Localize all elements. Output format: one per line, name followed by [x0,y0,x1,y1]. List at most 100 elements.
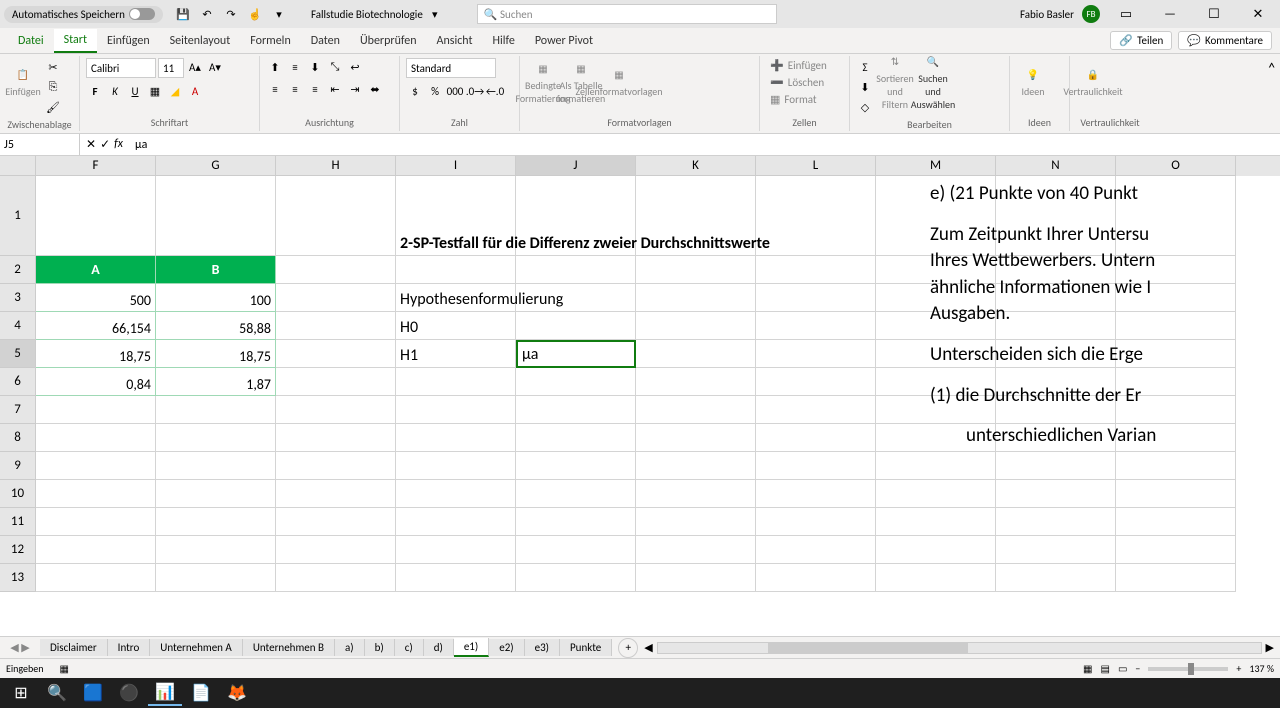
qat-dropdown-icon[interactable]: ▾ [269,4,289,24]
decimal-decrease-icon[interactable]: ←.0 [486,82,504,100]
cell[interactable] [156,424,276,452]
font-size-input[interactable] [158,58,184,78]
cell-h5[interactable] [276,340,396,368]
conditional-format-button[interactable]: ▦Bedingte Formatierung [526,58,560,108]
zoom-in-icon[interactable]: + [1236,662,1241,675]
cell-g1[interactable] [156,176,276,256]
delete-cells-button[interactable]: ➖Löschen [766,75,843,90]
cell[interactable] [756,480,876,508]
cell-i2[interactable] [396,256,516,284]
cell[interactable] [276,424,396,452]
align-left-icon[interactable]: ≡ [266,80,284,98]
row-header-5[interactable]: 5 [0,340,36,368]
tab-daten[interactable]: Daten [301,30,350,52]
enter-formula-icon[interactable]: ✓ [100,137,110,152]
cell-l1[interactable] [756,176,876,256]
cell[interactable] [876,480,996,508]
sheet-tab[interactable]: Disclaimer [40,639,108,656]
minimize-button[interactable]: — [1152,0,1188,28]
cell[interactable] [756,564,876,592]
add-sheet-button[interactable]: + [618,638,638,658]
cell-k4[interactable] [636,312,756,340]
sensitivity-button[interactable]: 🔒Vertraulichkeit [1076,58,1110,108]
cell-l5[interactable] [756,340,876,368]
fill-icon[interactable]: ⬇ [856,78,874,96]
tab-start[interactable]: Start [54,29,97,53]
cell[interactable] [516,536,636,564]
cell[interactable] [396,452,516,480]
col-header-l[interactable]: L [756,156,876,176]
cell-j5-active[interactable] [516,340,636,368]
cell-l2[interactable] [756,256,876,284]
zoom-level[interactable]: 137 % [1249,662,1274,675]
cell[interactable] [156,396,276,424]
search-taskbar-icon[interactable]: 🔍 [40,680,74,706]
autosum-icon[interactable]: Σ [856,58,874,76]
zoom-slider[interactable] [1148,667,1228,671]
cell-f2[interactable]: A [36,256,156,284]
toggle-icon[interactable] [129,8,155,20]
cell-i3[interactable]: Hypothesenformulierung [396,284,516,312]
currency-icon[interactable]: $ [406,82,424,100]
bold-button[interactable]: F [86,82,104,100]
cell[interactable] [996,508,1116,536]
paste-button[interactable]: 📋Einfügen [6,58,40,108]
cell[interactable] [636,508,756,536]
cell-g5[interactable]: 18,75 [156,340,276,368]
cell[interactable] [636,452,756,480]
wrap-text-icon[interactable]: ↩ [346,58,364,76]
comma-icon[interactable]: 000 [446,82,464,100]
cell[interactable] [156,452,276,480]
cell[interactable] [36,452,156,480]
format-cells-button[interactable]: ▦Format [766,92,843,107]
cancel-formula-icon[interactable]: ✕ [86,137,96,152]
cell[interactable] [276,536,396,564]
sheet-tab[interactable]: d) [424,639,454,656]
row-header-4[interactable]: 4 [0,312,36,340]
col-header-i[interactable]: I [396,156,516,176]
cell[interactable] [1116,452,1236,480]
cell[interactable] [396,536,516,564]
cell-l6[interactable] [756,368,876,396]
cell[interactable] [396,396,516,424]
fx-icon[interactable]: fx [114,137,123,152]
ribbon-display-icon[interactable]: ▭ [1108,0,1144,28]
close-button[interactable]: ✕ [1240,0,1276,28]
col-header-m[interactable]: M [876,156,996,176]
cell-g3[interactable]: 100 [156,284,276,312]
number-format-select[interactable]: Standard [406,58,496,78]
cell[interactable] [276,480,396,508]
maximize-button[interactable]: ☐ [1196,0,1232,28]
merge-icon[interactable]: ⬌ [366,80,384,98]
sheet-tab[interactable]: c) [395,639,424,656]
row-header-7[interactable]: 7 [0,396,36,424]
cell-l4[interactable] [756,312,876,340]
firefox-taskbar-icon[interactable]: 🦊 [220,680,254,706]
scroll-right-icon[interactable]: ▶ [1266,641,1274,654]
cell-edit-input[interactable] [522,345,630,364]
indent-increase-icon[interactable]: ⇥ [346,80,364,98]
comments-button[interactable]: 💬Kommentare [1178,31,1272,50]
cell[interactable] [876,508,996,536]
sheet-nav[interactable]: ◀ ▶ [0,641,40,654]
zoom-out-icon[interactable]: − [1135,662,1140,675]
cell[interactable] [636,396,756,424]
row-header-9[interactable]: 9 [0,452,36,480]
align-top-icon[interactable]: ⬆ [266,58,284,76]
cell-h1[interactable] [276,176,396,256]
cell-k2[interactable] [636,256,756,284]
sheet-tab[interactable]: Punkte [560,639,612,656]
cell[interactable] [876,452,996,480]
col-header-g[interactable]: G [156,156,276,176]
row-header-8[interactable]: 8 [0,424,36,452]
sort-filter-button[interactable]: ⇅Sortieren und Filtern [878,58,912,108]
cell-f6[interactable]: 0,84 [36,368,156,396]
cell[interactable] [1116,480,1236,508]
cell-f3[interactable]: 500 [36,284,156,312]
align-middle-icon[interactable]: ≡ [286,58,304,76]
touch-icon[interactable]: ☝ [245,4,265,24]
scroll-left-icon[interactable]: ◀ [644,641,652,654]
sheet-tab[interactable]: Unternehmen A [150,639,243,656]
excel-taskbar-icon[interactable]: 📊 [148,680,182,706]
cell[interactable] [756,424,876,452]
